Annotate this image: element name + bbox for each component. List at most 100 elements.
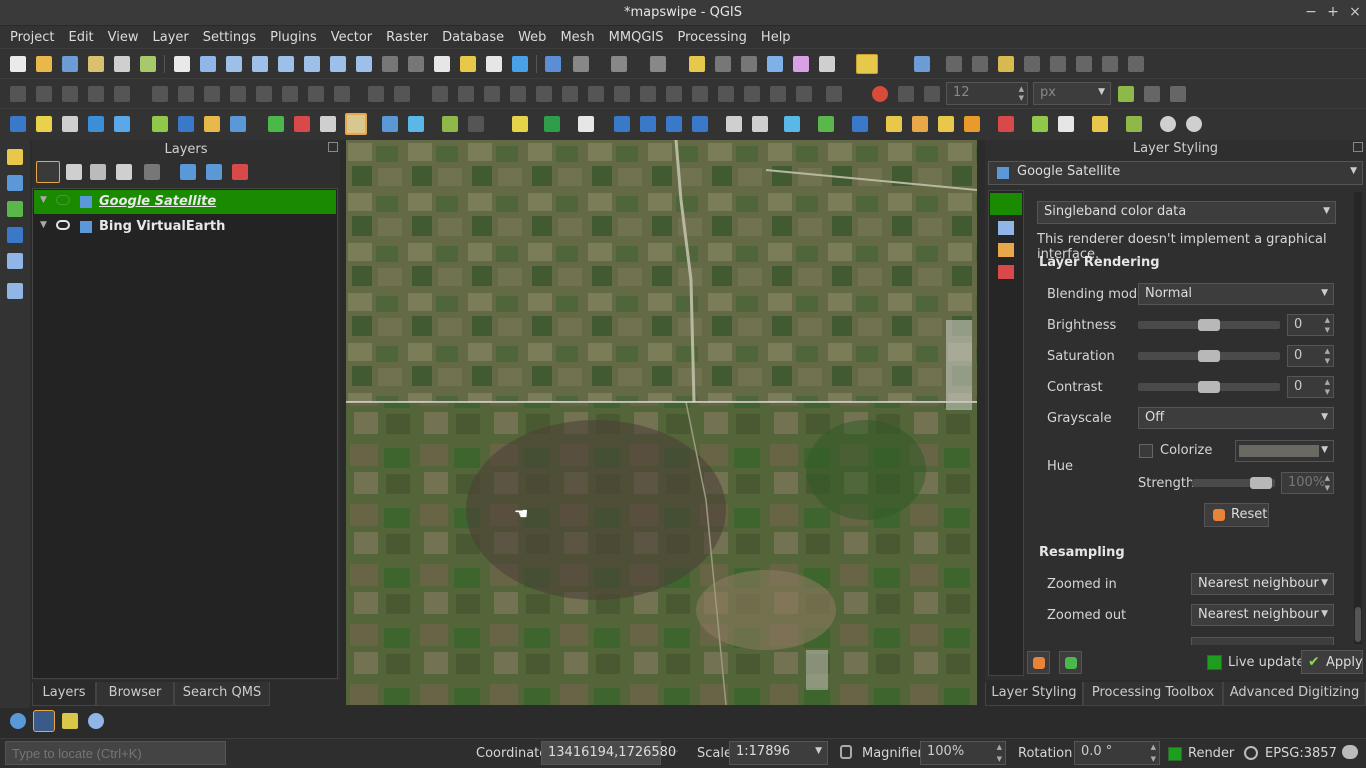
open-styling-icon[interactable] [36, 161, 60, 183]
toggle-editing-icon[interactable] [36, 86, 52, 102]
save-project-icon[interactable] [62, 56, 78, 72]
quickmapservices-icon[interactable] [10, 713, 26, 729]
history-tab-icon[interactable] [998, 243, 1014, 257]
simplify-icon[interactable] [770, 86, 786, 102]
paste-features-icon[interactable] [256, 86, 272, 102]
menu-help[interactable]: Help [754, 30, 798, 45]
styling-scrollbar[interactable] [1354, 192, 1362, 644]
triangle-icon[interactable] [912, 116, 928, 132]
colorize-checkbox[interactable] [1139, 444, 1153, 458]
layer-row-bing-virtualearth[interactable]: ▼ Bing VirtualEarth [34, 215, 336, 239]
merge-attributes-icon[interactable] [718, 86, 734, 102]
redo-2-icon[interactable] [334, 86, 350, 102]
expand-arrow-icon[interactable]: ▼ [40, 220, 47, 230]
render-checkbox[interactable] [1168, 747, 1182, 761]
add-wms-icon[interactable] [7, 175, 23, 191]
attribute-table-icon[interactable] [715, 56, 731, 72]
zoomed-in-select[interactable]: Nearest neighbour ▼ [1191, 573, 1334, 595]
label-rotate-icon[interactable] [1102, 56, 1118, 72]
filter-legend-icon[interactable] [116, 164, 132, 180]
database-icon[interactable] [886, 116, 902, 132]
save-edits-icon[interactable] [62, 86, 78, 102]
vertex-a-icon[interactable] [614, 116, 630, 132]
visibility-eye-icon[interactable] [56, 195, 70, 205]
renderer-select[interactable]: Singleband color data ▼ [1037, 201, 1336, 224]
image-icon[interactable] [1058, 116, 1074, 132]
label-show-icon[interactable] [1050, 56, 1066, 72]
digitize-shape-icon[interactable] [826, 86, 842, 102]
network-icon[interactable] [408, 116, 424, 132]
zoom-next-icon[interactable] [408, 56, 424, 72]
add-points-icon[interactable] [7, 201, 23, 217]
collapse-all-icon[interactable] [206, 164, 222, 180]
tab-browser[interactable]: Browser [96, 682, 174, 706]
qfield-icon[interactable] [442, 116, 458, 132]
annotation-icon[interactable] [946, 56, 962, 72]
print-layout-icon[interactable] [114, 56, 130, 72]
visibility-eye-icon[interactable] [56, 220, 70, 230]
panel-float-icon[interactable] [328, 142, 338, 152]
zoom-out-icon[interactable] [252, 56, 268, 72]
maximize-button[interactable]: + [1323, 3, 1343, 23]
snapping-icon[interactable] [872, 86, 888, 102]
split-features-icon[interactable] [640, 86, 656, 102]
refresh-icon[interactable] [512, 56, 528, 72]
add-group-icon[interactable] [66, 164, 82, 180]
undo-icon[interactable] [282, 86, 298, 102]
mapswipe-icon[interactable] [345, 113, 367, 135]
undo-cycle-icon[interactable] [1186, 116, 1202, 132]
vertex-d-icon[interactable] [692, 116, 708, 132]
apply-button[interactable]: ✔ Apply [1301, 650, 1363, 674]
menu-mmqgis[interactable]: MMQGIS [602, 30, 671, 45]
close-button[interactable]: × [1345, 3, 1365, 23]
cut-features-icon[interactable] [204, 86, 220, 102]
vertex-c-icon[interactable] [666, 116, 682, 132]
menu-vector[interactable]: Vector [324, 30, 379, 45]
undo-style-button[interactable] [1027, 651, 1050, 674]
delete-ring-icon[interactable] [484, 86, 500, 102]
advanced-edit-icon[interactable] [796, 86, 812, 102]
symbology-tab-icon[interactable] [990, 193, 1022, 215]
zoom-layer-icon[interactable] [356, 56, 372, 72]
transparency-tab-icon[interactable] [998, 221, 1014, 235]
magic-wand-icon[interactable] [294, 116, 310, 132]
select-by-value-icon[interactable] [650, 56, 666, 72]
delete-selected-icon[interactable] [178, 86, 194, 102]
trim-extend-icon[interactable] [614, 86, 630, 102]
text-annotation-icon[interactable] [972, 56, 988, 72]
strength-spinbox[interactable]: 100% ▲ ▼ [1281, 472, 1334, 494]
zoomed-out-select[interactable]: Nearest neighbour ▼ [1191, 604, 1334, 626]
grid-icon[interactable] [88, 116, 104, 132]
map-tips-icon[interactable] [856, 54, 878, 74]
toggle-extents-icon[interactable]: ☞ [668, 746, 682, 760]
reshape-icon[interactable] [536, 86, 552, 102]
minimize-button[interactable]: − [1301, 3, 1321, 23]
contrast-knob[interactable] [1198, 381, 1220, 393]
brightness-spinbox[interactable]: 0 ▲ ▼ [1287, 314, 1334, 336]
zoom-in-icon[interactable] [226, 56, 242, 72]
menu-mesh[interactable]: Mesh [553, 30, 601, 45]
new-project-icon[interactable] [10, 56, 26, 72]
tab-advanced-digitizing[interactable]: Advanced Digitizing [1223, 682, 1366, 706]
layer-select[interactable]: Google Satellite ▼ [988, 161, 1363, 185]
save-as-icon[interactable] [88, 56, 104, 72]
manage-theme-eye-icon[interactable] [90, 164, 106, 180]
layers-stack-icon[interactable] [1092, 116, 1108, 132]
zoom-full-icon[interactable] [304, 56, 320, 72]
brightness-slider[interactable] [1138, 319, 1280, 331]
blending-select[interactable]: Normal ▼ [1138, 283, 1334, 305]
rotate-icon[interactable] [114, 116, 130, 132]
merge-features-icon[interactable] [692, 86, 708, 102]
pan-to-selection-icon[interactable] [200, 56, 216, 72]
colorize-color-button[interactable]: ▼ [1235, 440, 1334, 462]
identify-icon[interactable] [545, 56, 561, 72]
label-move-icon[interactable] [1076, 56, 1092, 72]
s-icon[interactable] [512, 116, 528, 132]
camera-icon[interactable] [578, 116, 594, 132]
hx-icon[interactable] [1126, 116, 1142, 132]
menu-web[interactable]: Web [511, 30, 553, 45]
redo-style-button[interactable] [1059, 651, 1082, 674]
modify-attributes-icon[interactable] [152, 86, 168, 102]
font-unit-select[interactable]: px ▼ [1033, 82, 1111, 105]
drop-icon[interactable] [964, 116, 980, 132]
